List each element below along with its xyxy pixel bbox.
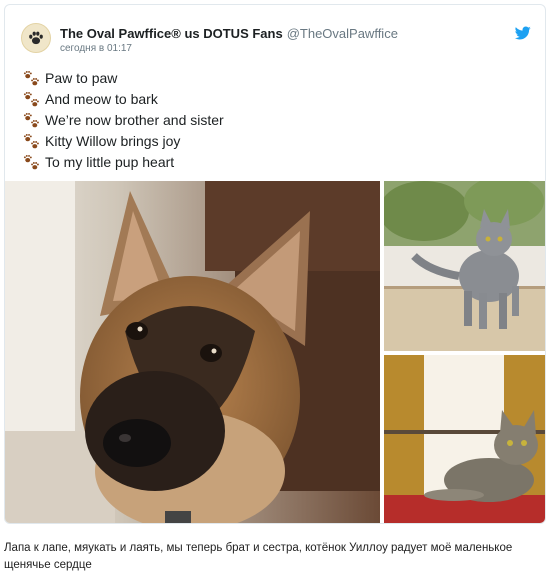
article-caption: Лапа к лапе, мяукать и лаять, мы теперь … [4,542,513,571]
tweet-line-text: And meow to bark [45,91,158,107]
tweet-media-grid [5,181,545,523]
author-handle[interactable]: @TheOvalPawffice [287,26,398,41]
author-name-row[interactable]: The Oval Pawffice® us DOTUS Fans @TheOval… [60,26,398,41]
paw-prints-emoji-icon [23,70,39,86]
twitter-bird-icon[interactable] [515,25,531,41]
tweet-line: We’re now brother and sister [23,110,224,131]
paw-prints-emoji-icon [23,91,39,107]
tweet-line-text: Paw to paw [45,70,118,86]
paw-icon [29,31,43,45]
german-shepherd-puppy-photo[interactable] [5,181,380,523]
tweet-line: To my little pup heart [23,152,224,173]
tweet-header: The Oval Pawffice® us DOTUS Fans @TheOval… [21,23,531,59]
tweet-line-text: Kitty Willow brings joy [45,133,181,149]
tweet-text: Paw to paw And meow to bark We’re now br… [23,68,224,173]
embedded-tweet: The Oval Pawffice® us DOTUS Fans @TheOval… [4,4,546,524]
tweet-timestamp[interactable]: сегодня в 01:17 [60,43,132,54]
paw-prints-emoji-icon [23,133,39,149]
tweet-line: And meow to bark [23,89,224,110]
tweet-line-text: We’re now brother and sister [45,112,224,128]
avatar[interactable] [21,23,51,53]
gray-cat-walking-photo[interactable] [384,181,545,351]
tweet-line: Kitty Willow brings joy [23,131,224,152]
tweet-line-text: To my little pup heart [45,154,175,170]
author-display-name[interactable]: The Oval Pawffice® us DOTUS Fans [60,26,283,41]
tweet-line: Paw to paw [23,68,224,89]
paw-prints-emoji-icon [23,112,39,128]
paw-prints-emoji-icon [23,154,39,170]
gray-cat-lying-photo[interactable] [384,355,545,523]
